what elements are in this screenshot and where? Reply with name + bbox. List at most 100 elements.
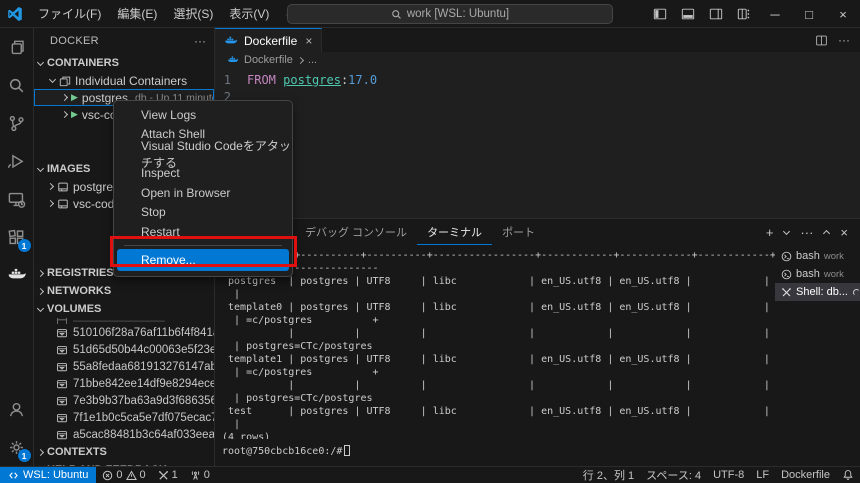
- toggle-panel-icon[interactable]: [674, 0, 702, 28]
- account-icon[interactable]: [0, 390, 34, 428]
- image-icon: [57, 198, 69, 210]
- volume-icon: [56, 318, 68, 324]
- tools-indicator[interactable]: 1: [152, 467, 184, 483]
- statusbar: WSL: Ubuntu 0 0 1 0 行 2、列 1 スペース: 4 UTF-…: [0, 466, 860, 483]
- docker-view-icon[interactable]: [0, 256, 34, 294]
- search-text: work [WSL: Ubuntu]: [406, 8, 510, 20]
- source-control-icon[interactable]: [0, 104, 34, 142]
- eol-indicator[interactable]: LF: [750, 467, 775, 483]
- split-editor-icon[interactable]: [815, 34, 828, 47]
- run-debug-icon[interactable]: [0, 142, 34, 180]
- tree-item-volume[interactable]: 55a8fedaa681913276147ab9e4...: [34, 358, 214, 375]
- chevron-right-icon: [60, 110, 69, 119]
- volume-icon: [56, 429, 68, 441]
- volume-icon: [56, 361, 68, 373]
- code-image-link[interactable]: postgres: [283, 73, 341, 87]
- docker-file-icon: [227, 54, 239, 66]
- ports-indicator[interactable]: 0: [184, 467, 216, 483]
- window-close-button[interactable]: ×: [826, 0, 860, 28]
- code-line-1: 1 FROM postgres:17.0: [223, 73, 378, 87]
- tree-item-volume[interactable]: 71bbe842ee14df9e8294ece7ce...: [34, 375, 214, 392]
- tree-item-volume[interactable]: 7e3b9b37ba63a9d3f686356050...: [34, 392, 214, 409]
- volume-icon: [56, 344, 68, 356]
- window-maximize-button[interactable]: □: [792, 0, 826, 28]
- panel-tabbar: デバッグ コンソール ターミナル ポート + ··· ×: [215, 219, 860, 245]
- new-terminal-icon[interactable]: +: [766, 225, 774, 240]
- maximize-panel-icon[interactable]: [823, 229, 831, 238]
- menu-selection[interactable]: 選択(S): [165, 3, 221, 25]
- indentation-indicator[interactable]: スペース: 4: [640, 467, 707, 483]
- tools-icon: [158, 470, 169, 481]
- menu-file[interactable]: ファイル(F): [30, 3, 109, 25]
- chevron-right-icon: [46, 199, 55, 208]
- terminal-output[interactable]: ------------+----------+----------+-----…: [215, 245, 775, 439]
- editor-code-area[interactable]: 1 FROM postgres:17.0 2: [215, 68, 860, 218]
- remote-indicator[interactable]: WSL: Ubuntu: [0, 466, 97, 483]
- menu-item-attach-vscode[interactable]: Visual Studio Codeをアタッチする: [114, 139, 292, 170]
- section-volumes[interactable]: VOLUMES: [34, 300, 214, 318]
- code-keyword: FROM: [247, 73, 276, 87]
- language-mode-indicator[interactable]: Dockerfile: [775, 467, 836, 483]
- titlebar: ファイル(F) 編集(E) 選択(S) 表示(V) ··· ← → work […: [0, 0, 860, 28]
- terminal-list-item-bash-1[interactable]: bash work: [775, 247, 860, 265]
- search-icon: [391, 9, 402, 20]
- bash-terminal-icon: [781, 251, 792, 262]
- window-minimize-button[interactable]: ─: [758, 0, 792, 28]
- bottom-panel: デバッグ コンソール ターミナル ポート + ··· × -----------…: [215, 218, 860, 466]
- tree-item-individual-containers[interactable]: Individual Containers: [34, 72, 214, 89]
- search-view-icon[interactable]: [0, 66, 34, 104]
- settings-badge: 1: [17, 449, 31, 462]
- volume-icon: [56, 395, 68, 407]
- sidebar-more-icon[interactable]: ···: [194, 34, 206, 48]
- volume-icon: [56, 412, 68, 424]
- remote-explorer-icon[interactable]: [0, 180, 34, 218]
- image-icon: [57, 181, 69, 193]
- problems-indicator[interactable]: 0 0: [96, 467, 151, 483]
- menu-item-view-logs[interactable]: View Logs: [114, 105, 292, 125]
- terminal-dropdown-icon[interactable]: [783, 227, 791, 235]
- tree-item-volume-clipped[interactable]: ————————: [34, 318, 214, 324]
- warning-icon: [125, 469, 137, 481]
- panel-tab-terminal[interactable]: ターミナル: [417, 219, 492, 245]
- panel-tab-debug-console[interactable]: デバッグ コンソール: [295, 219, 417, 245]
- panel-tab-ports[interactable]: ポート: [492, 219, 545, 245]
- close-panel-icon[interactable]: ×: [840, 225, 848, 240]
- chevron-right-icon: [36, 269, 45, 277]
- chevron-down-icon: [36, 304, 45, 312]
- section-contexts[interactable]: CONTEXTS: [34, 443, 214, 461]
- code-tag: 17.0: [348, 73, 378, 87]
- tree-item-volume[interactable]: 51d65d50b44c00063e5f23ef84c...: [34, 341, 214, 358]
- customize-layout-icon[interactable]: [730, 0, 758, 28]
- settings-gear-icon[interactable]: 1: [0, 428, 34, 466]
- toggle-secondary-sidebar-icon[interactable]: [702, 0, 730, 28]
- error-icon: [102, 470, 113, 481]
- tab-close-icon[interactable]: ×: [305, 34, 312, 48]
- menu-item-open-in-browser[interactable]: Open in Browser: [114, 183, 292, 203]
- explorer-icon[interactable]: [0, 28, 34, 66]
- menu-view[interactable]: 表示(V): [221, 3, 277, 25]
- tree-item-volume[interactable]: 510106f28a76af11b6f4f841a5ec...: [34, 324, 214, 341]
- terminal-prompt[interactable]: root@750cbcb16ce0:/#: [215, 445, 775, 458]
- tab-dockerfile[interactable]: Dockerfile ×: [215, 28, 323, 52]
- terminal-list-item-bash-2[interactable]: bash work: [775, 265, 860, 283]
- section-containers[interactable]: CONTAINERS: [34, 54, 214, 72]
- chevron-right-icon: [36, 287, 45, 295]
- extensions-badge: 1: [17, 239, 31, 252]
- tree-item-volume[interactable]: a5cac88481b3c64af033eeacc0e...: [34, 426, 214, 443]
- encoding-indicator[interactable]: UTF-8: [707, 467, 750, 483]
- section-networks[interactable]: NETWORKS: [34, 282, 214, 300]
- line-col-indicator[interactable]: 行 2、列 1: [577, 467, 640, 483]
- notifications-bell-icon[interactable]: [836, 467, 860, 483]
- menu-edit[interactable]: 編集(E): [109, 3, 165, 25]
- command-center-search[interactable]: work [WSL: Ubuntu]: [287, 4, 613, 24]
- breadcrumb[interactable]: Dockerfile ...: [215, 52, 860, 68]
- terminal-list-item-shell-db[interactable]: Shell: db...: [775, 283, 860, 301]
- extensions-icon[interactable]: 1: [0, 218, 34, 256]
- tree-item-volume[interactable]: 7f1e1b0c5ca5e7df075ecac74fcf...: [34, 409, 214, 426]
- toggle-sidebar-icon[interactable]: [646, 0, 674, 28]
- panel-more-icon[interactable]: ···: [800, 225, 813, 240]
- editor-more-icon[interactable]: ···: [838, 33, 850, 47]
- terminal-list: bash work bash work Shell: db...: [775, 245, 860, 466]
- loading-spinner-icon: [852, 288, 860, 296]
- menu-item-stop[interactable]: Stop: [114, 203, 292, 223]
